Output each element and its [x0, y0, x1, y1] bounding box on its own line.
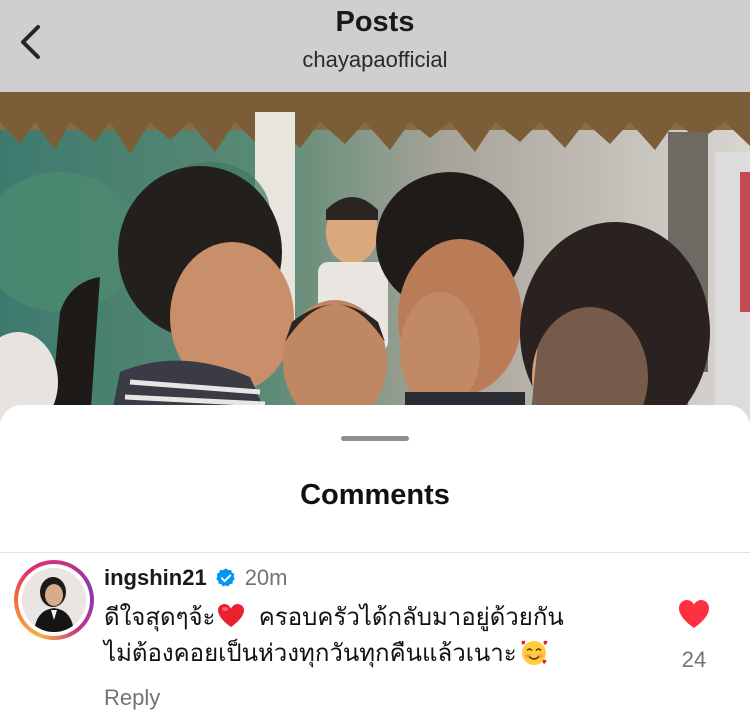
smiling-face-with-hearts-emoji-icon: [521, 640, 548, 665]
comment-line-1-end: ครอบครัวได้กลับมาอยู่ด้วยกัน: [258, 604, 564, 631]
divider: [0, 552, 750, 553]
story-ring[interactable]: [14, 560, 94, 640]
comment-line-1-start: ดีใจสุดๆจ้ะ: [104, 604, 216, 631]
like-count: 24: [681, 647, 707, 672]
comments-sheet: Comments ingshin21 20m ดีใจสุดๆจ้ะ ครอบค…: [0, 405, 750, 726]
page-title: Posts: [335, 6, 415, 38]
verified-badge-icon: [215, 567, 237, 589]
comment-line-2-text: ไม่ต้องคอยเป็นห่วงทุกวันทุกคืนแล้วเนาะ: [104, 640, 517, 667]
post-image: [0, 92, 750, 422]
sheet-drag-handle[interactable]: [341, 436, 409, 441]
post-comments-screen: Posts chayapaofficial Comments ingshin21…: [0, 0, 750, 726]
comment-line-2: ไม่ต้องคอยเป็นห่วงทุกวันทุกคืนแล้วเนาะ: [104, 636, 649, 672]
heart-filled-icon: [679, 600, 709, 628]
comment-line-1: ดีใจสุดๆจ้ะ ครอบครัวได้กลับมาอยู่ด้วยกัน: [104, 600, 649, 636]
avatar-image: [22, 568, 86, 632]
comment-like-button[interactable]: [677, 597, 711, 631]
comment-timestamp: 20m: [244, 565, 288, 590]
comments-title: Comments: [300, 479, 450, 511]
account-username[interactable]: chayapaofficial: [0, 47, 750, 73]
top-nav-bar: Posts chayapaofficial: [0, 0, 750, 92]
red-heart-emoji-icon: [218, 604, 245, 627]
reply-button[interactable]: Reply: [104, 685, 160, 711]
avatar-frame: [18, 564, 90, 636]
comment-username[interactable]: ingshin21: [104, 565, 207, 591]
comment-header: ingshin21 20m: [104, 563, 287, 593]
comment-text: ดีใจสุดๆจ้ะ ครอบครัวได้กลับมาอยู่ด้วยกัน…: [104, 600, 649, 672]
post-photo[interactable]: [0, 92, 750, 422]
avatar[interactable]: [22, 568, 86, 632]
